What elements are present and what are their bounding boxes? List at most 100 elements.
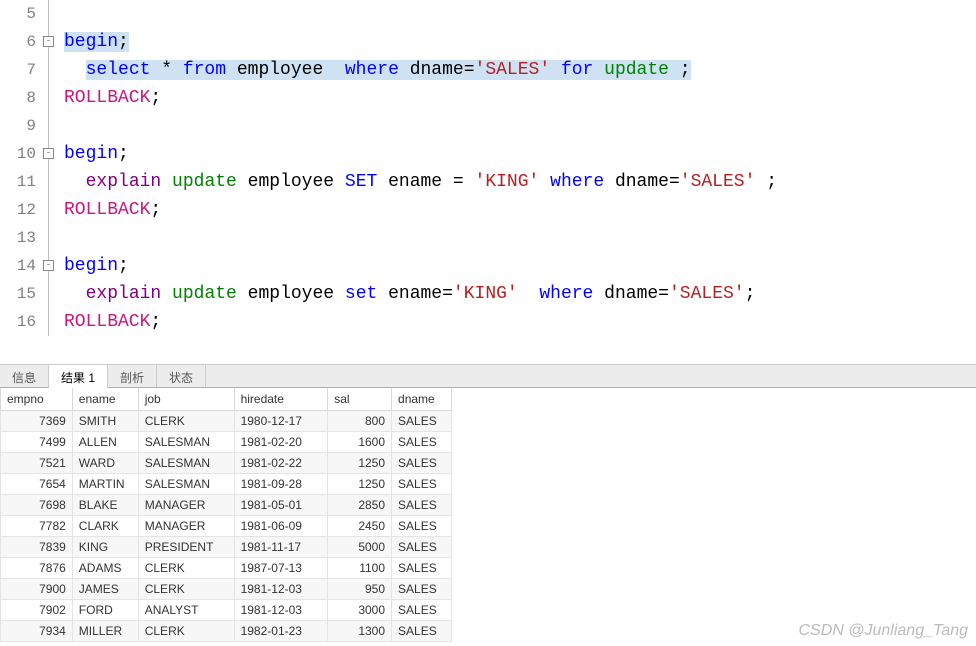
cell-sal[interactable]: 5000	[328, 537, 392, 558]
line-number: 7	[0, 56, 36, 84]
col-header-empno[interactable]: empno	[1, 388, 73, 411]
cell-dname[interactable]: SALES	[392, 621, 452, 642]
cell-hiredate[interactable]: 1981-12-03	[234, 579, 328, 600]
cell-job[interactable]: SALESMAN	[138, 474, 234, 495]
cell-job[interactable]: MANAGER	[138, 516, 234, 537]
cell-hiredate[interactable]: 1981-02-22	[234, 453, 328, 474]
table-row[interactable]: 7521WARDSALESMAN1981-02-221250SALES	[1, 453, 452, 474]
cell-hiredate[interactable]: 1981-02-20	[234, 432, 328, 453]
cell-empno[interactable]: 7782	[1, 516, 73, 537]
cell-ename[interactable]: FORD	[72, 600, 138, 621]
col-header-hiredate[interactable]: hiredate	[234, 388, 328, 411]
cell-sal[interactable]: 2850	[328, 495, 392, 516]
cell-hiredate[interactable]: 1981-06-09	[234, 516, 328, 537]
cell-job[interactable]: CLERK	[138, 579, 234, 600]
line-number: 13	[0, 224, 36, 252]
cell-hiredate[interactable]: 1981-05-01	[234, 495, 328, 516]
fold-minus-icon[interactable]: -	[43, 148, 54, 159]
cell-sal[interactable]: 1600	[328, 432, 392, 453]
table-row[interactable]: 7876ADAMSCLERK1987-07-131100SALES	[1, 558, 452, 579]
code-line: begin;	[64, 140, 976, 168]
fold-minus-icon[interactable]: -	[43, 260, 54, 271]
table-row[interactable]: 7902FORDANALYST1981-12-033000SALES	[1, 600, 452, 621]
cell-empno[interactable]: 7698	[1, 495, 73, 516]
tab-profile[interactable]: 剖析	[108, 365, 157, 387]
cell-hiredate[interactable]: 1980-12-17	[234, 411, 328, 432]
cell-sal[interactable]: 1250	[328, 474, 392, 495]
cell-ename[interactable]: ALLEN	[72, 432, 138, 453]
cell-sal[interactable]: 1250	[328, 453, 392, 474]
cell-sal[interactable]: 950	[328, 579, 392, 600]
cell-empno[interactable]: 7839	[1, 537, 73, 558]
cell-empno[interactable]: 7876	[1, 558, 73, 579]
cell-dname[interactable]: SALES	[392, 600, 452, 621]
cell-job[interactable]: MANAGER	[138, 495, 234, 516]
cell-dname[interactable]: SALES	[392, 579, 452, 600]
cell-sal[interactable]: 3000	[328, 600, 392, 621]
cell-dname[interactable]: SALES	[392, 558, 452, 579]
table-row[interactable]: 7839KINGPRESIDENT1981-11-175000SALES	[1, 537, 452, 558]
code-editor[interactable]: 5 6 7 8 9 10 11 12 13 14 15 16 - - - beg…	[0, 0, 976, 336]
result-tabs: 信息 结果 1 剖析 状态	[0, 364, 976, 388]
cell-ename[interactable]: KING	[72, 537, 138, 558]
code-line: explain update employee SET ename = 'KIN…	[64, 168, 976, 196]
cell-sal[interactable]: 800	[328, 411, 392, 432]
cell-empno[interactable]: 7521	[1, 453, 73, 474]
cell-sal[interactable]: 1100	[328, 558, 392, 579]
cell-ename[interactable]: MARTIN	[72, 474, 138, 495]
table-row[interactable]: 7934MILLERCLERK1982-01-231300SALES	[1, 621, 452, 642]
cell-empno[interactable]: 7499	[1, 432, 73, 453]
table-row[interactable]: 7369SMITHCLERK1980-12-17800SALES	[1, 411, 452, 432]
table-row[interactable]: 7654MARTINSALESMAN1981-09-281250SALES	[1, 474, 452, 495]
col-header-sal[interactable]: sal	[328, 388, 392, 411]
cell-hiredate[interactable]: 1982-01-23	[234, 621, 328, 642]
cell-hiredate[interactable]: 1981-11-17	[234, 537, 328, 558]
cell-job[interactable]: CLERK	[138, 558, 234, 579]
cell-job[interactable]: CLERK	[138, 411, 234, 432]
cell-dname[interactable]: SALES	[392, 495, 452, 516]
cell-sal[interactable]: 2450	[328, 516, 392, 537]
cell-hiredate[interactable]: 1981-09-28	[234, 474, 328, 495]
cell-job[interactable]: ANALYST	[138, 600, 234, 621]
tab-result[interactable]: 结果 1	[49, 365, 108, 388]
code-line	[64, 0, 976, 28]
col-header-ename[interactable]: ename	[72, 388, 138, 411]
cell-hiredate[interactable]: 1981-12-03	[234, 600, 328, 621]
cell-ename[interactable]: MILLER	[72, 621, 138, 642]
table-row[interactable]: 7698BLAKEMANAGER1981-05-012850SALES	[1, 495, 452, 516]
table-row[interactable]: 7499ALLENSALESMAN1981-02-201600SALES	[1, 432, 452, 453]
cell-hiredate[interactable]: 1987-07-13	[234, 558, 328, 579]
cell-dname[interactable]: SALES	[392, 537, 452, 558]
fold-minus-icon[interactable]: -	[43, 36, 54, 47]
cell-dname[interactable]: SALES	[392, 453, 452, 474]
tab-status[interactable]: 状态	[157, 365, 206, 387]
cell-empno[interactable]: 7934	[1, 621, 73, 642]
cell-ename[interactable]: BLAKE	[72, 495, 138, 516]
cell-job[interactable]: SALESMAN	[138, 432, 234, 453]
cell-ename[interactable]: CLARK	[72, 516, 138, 537]
cell-ename[interactable]: WARD	[72, 453, 138, 474]
cell-dname[interactable]: SALES	[392, 432, 452, 453]
cell-job[interactable]: CLERK	[138, 621, 234, 642]
table-row[interactable]: 7782CLARKMANAGER1981-06-092450SALES	[1, 516, 452, 537]
cell-empno[interactable]: 7902	[1, 600, 73, 621]
col-header-job[interactable]: job	[138, 388, 234, 411]
tab-info[interactable]: 信息	[0, 365, 49, 387]
cell-ename[interactable]: ADAMS	[72, 558, 138, 579]
cell-dname[interactable]: SALES	[392, 411, 452, 432]
result-table[interactable]: empno ename job hiredate sal dname 7369S…	[0, 388, 452, 642]
cell-ename[interactable]: SMITH	[72, 411, 138, 432]
cell-empno[interactable]: 7369	[1, 411, 73, 432]
cell-job[interactable]: SALESMAN	[138, 453, 234, 474]
cell-dname[interactable]: SALES	[392, 516, 452, 537]
code-content[interactable]: begin; select * from employee where dnam…	[60, 0, 976, 336]
cell-dname[interactable]: SALES	[392, 474, 452, 495]
cell-job[interactable]: PRESIDENT	[138, 537, 234, 558]
cell-empno[interactable]: 7900	[1, 579, 73, 600]
line-number: 15	[0, 280, 36, 308]
col-header-dname[interactable]: dname	[392, 388, 452, 411]
cell-sal[interactable]: 1300	[328, 621, 392, 642]
cell-empno[interactable]: 7654	[1, 474, 73, 495]
table-row[interactable]: 7900JAMESCLERK1981-12-03950SALES	[1, 579, 452, 600]
cell-ename[interactable]: JAMES	[72, 579, 138, 600]
